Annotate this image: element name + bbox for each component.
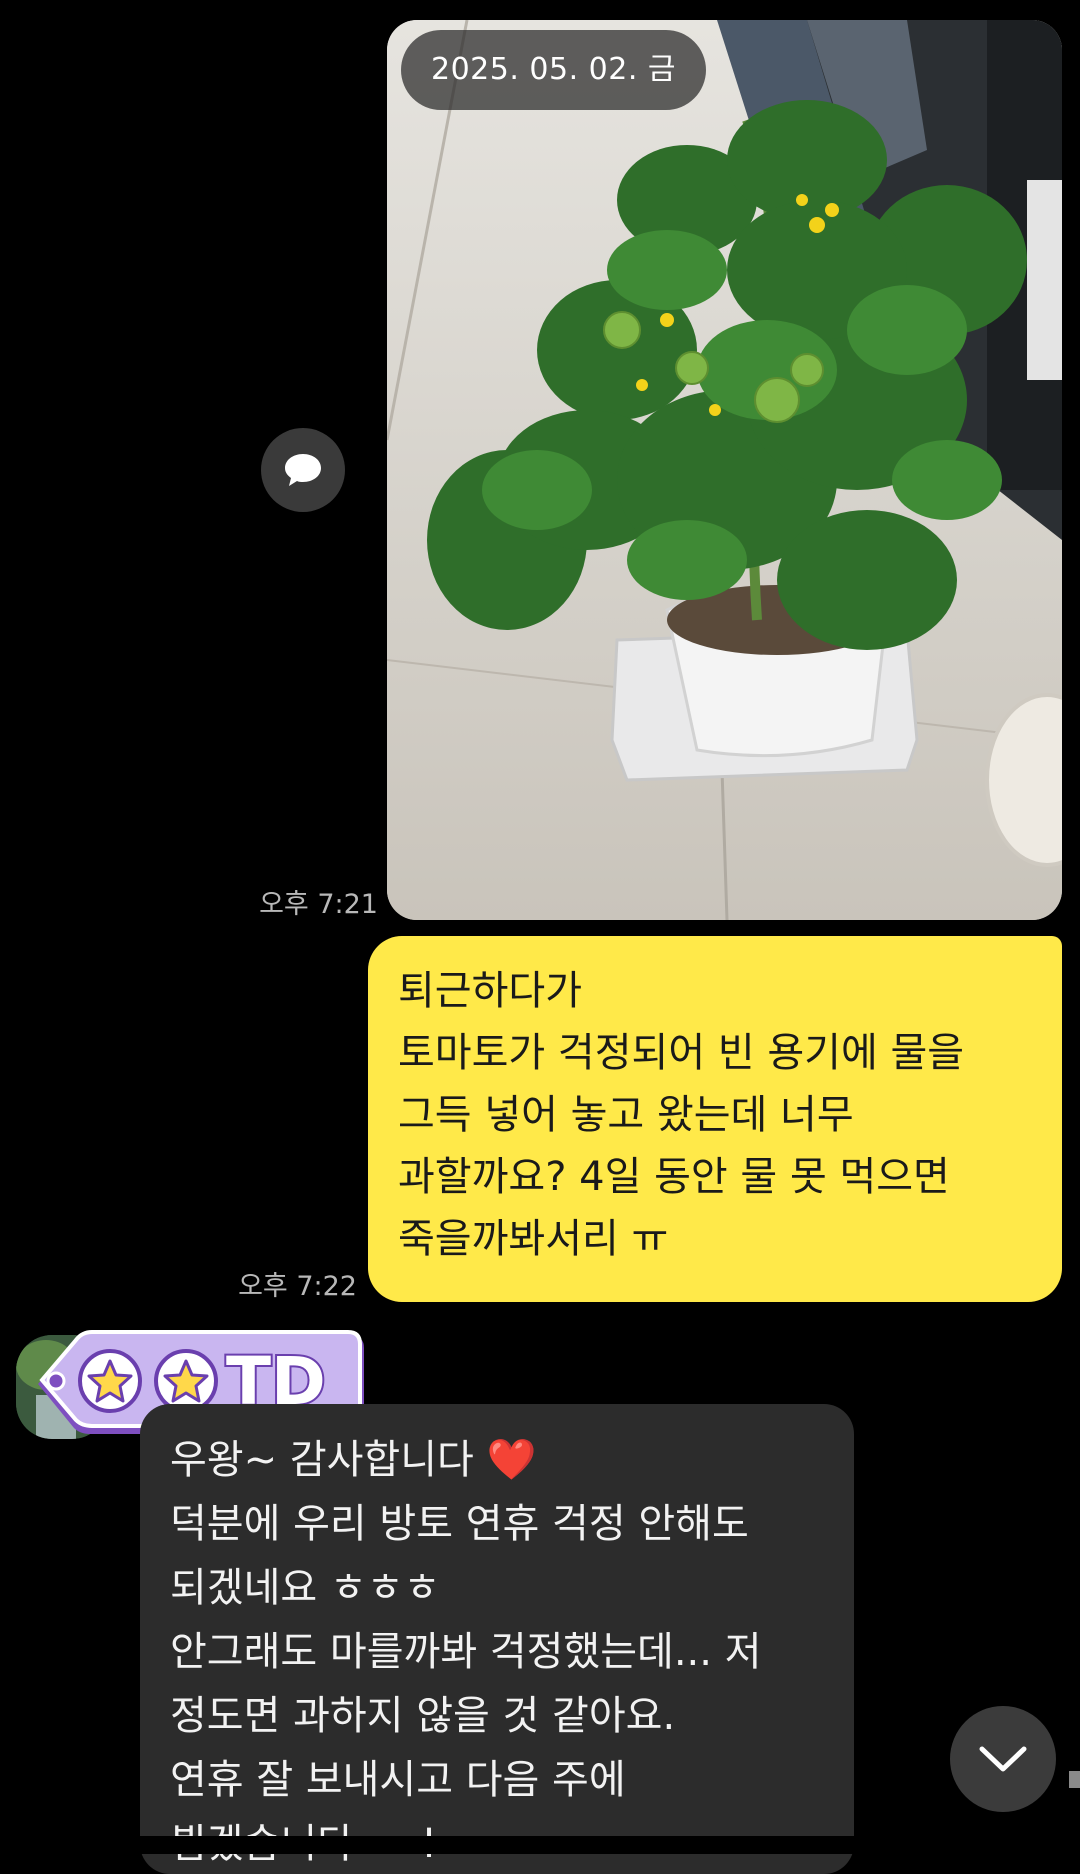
incoming-message-bubble[interactable]: 우왕~ 감사합니다 ❤️ 덕분에 우리 방토 연휴 걱정 안해도 되겠네요 ㅎㅎ… xyxy=(140,1404,854,1874)
photo-date-label: 2025. 05. 02. 금 xyxy=(401,30,707,110)
star-icon xyxy=(78,1349,142,1413)
share-button[interactable] xyxy=(261,428,345,512)
message-line: 되겠네요 ㅎㅎㅎ xyxy=(170,1565,441,1611)
message-line: 퇴근하다가 xyxy=(398,968,582,1014)
heart-emoji: ❤️ xyxy=(486,1437,537,1483)
message-line: 덕분에 우리 방토 연휴 걱정 안해도 xyxy=(170,1501,749,1547)
message-line: 과할까요? 4일 동안 물 못 먹으면 xyxy=(398,1154,950,1200)
message-line: 우왕~ 감사합니다 ❤️ xyxy=(170,1428,824,1492)
message-first-line: 우왕~ 감사합니다 xyxy=(170,1437,474,1483)
message-line: 정도면 과하지 않을 것 같아요. xyxy=(170,1693,676,1739)
photo-message[interactable] xyxy=(387,20,1062,920)
chevron-down-icon xyxy=(979,1746,1027,1772)
star-icon xyxy=(154,1349,218,1413)
message-line: 죽을까봐서리 ㅠ xyxy=(398,1216,669,1262)
scroll-to-bottom-button[interactable] xyxy=(950,1706,1056,1812)
tomato-plant-photo xyxy=(387,20,1062,920)
bottom-edge xyxy=(0,1836,1080,1854)
message-line: 토마토가 걱정되어 빈 용기에 물을 xyxy=(398,1030,965,1076)
photo-timestamp: 오후 7:21 xyxy=(259,889,378,920)
message-line: 연휴 잘 보내시고 다음 주에 xyxy=(170,1757,626,1803)
message-line: 안그래도 마를까봐 걱정했는데... 저 xyxy=(170,1629,762,1675)
message-line: 그득 넣어 놓고 왔는데 너무 xyxy=(398,1092,854,1138)
scroll-indicator xyxy=(1069,1771,1080,1788)
outgoing-timestamp: 오후 7:22 xyxy=(238,1271,357,1302)
outgoing-message-bubble[interactable]: 퇴근하다가 토마토가 걱정되어 빈 용기에 물을 그득 넣어 놓고 왔는데 너무… xyxy=(368,936,1062,1302)
speech-bubble-icon xyxy=(285,454,321,486)
